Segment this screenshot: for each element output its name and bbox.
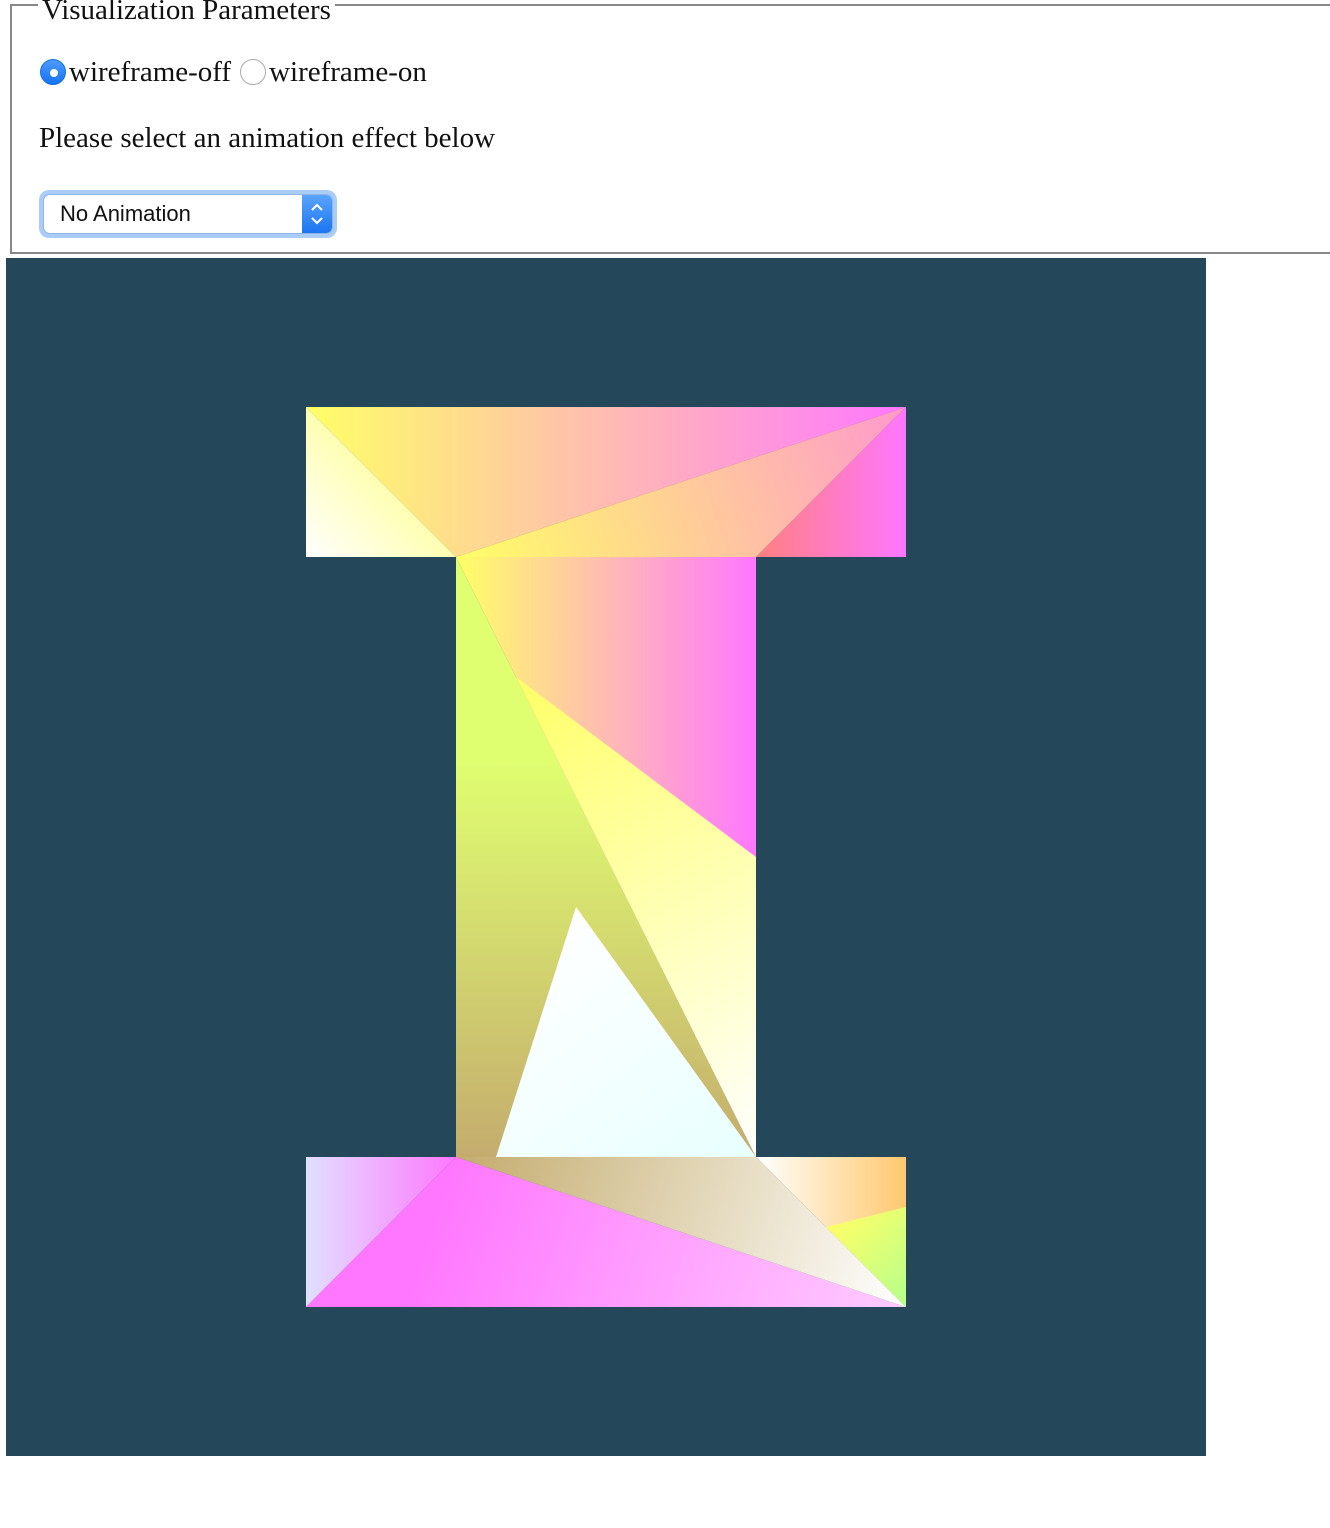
visualization-parameters-fieldset: Visualization Parameters wireframe-off w… xyxy=(10,0,1330,254)
wireframe-off-label[interactable]: wireframe-off xyxy=(69,56,231,89)
animation-select[interactable]: No Animation xyxy=(39,190,337,238)
wireframe-on-label[interactable]: wireframe-on xyxy=(269,56,427,89)
wireframe-on-radio[interactable] xyxy=(240,59,267,85)
wireframe-radio-group: wireframe-off wireframe-on xyxy=(40,54,436,90)
select-stepper-icon[interactable] xyxy=(302,195,332,233)
webgl-canvas[interactable] xyxy=(6,258,1206,1456)
animation-select-value[interactable]: No Animation xyxy=(60,199,191,229)
fieldset-legend: Visualization Parameters xyxy=(38,0,335,26)
wireframe-off-radio[interactable] xyxy=(40,59,66,85)
letter-i-shape xyxy=(306,407,906,1307)
animation-select-box[interactable]: No Animation xyxy=(43,194,333,234)
animation-prompt: Please select an animation effect below xyxy=(39,122,496,154)
